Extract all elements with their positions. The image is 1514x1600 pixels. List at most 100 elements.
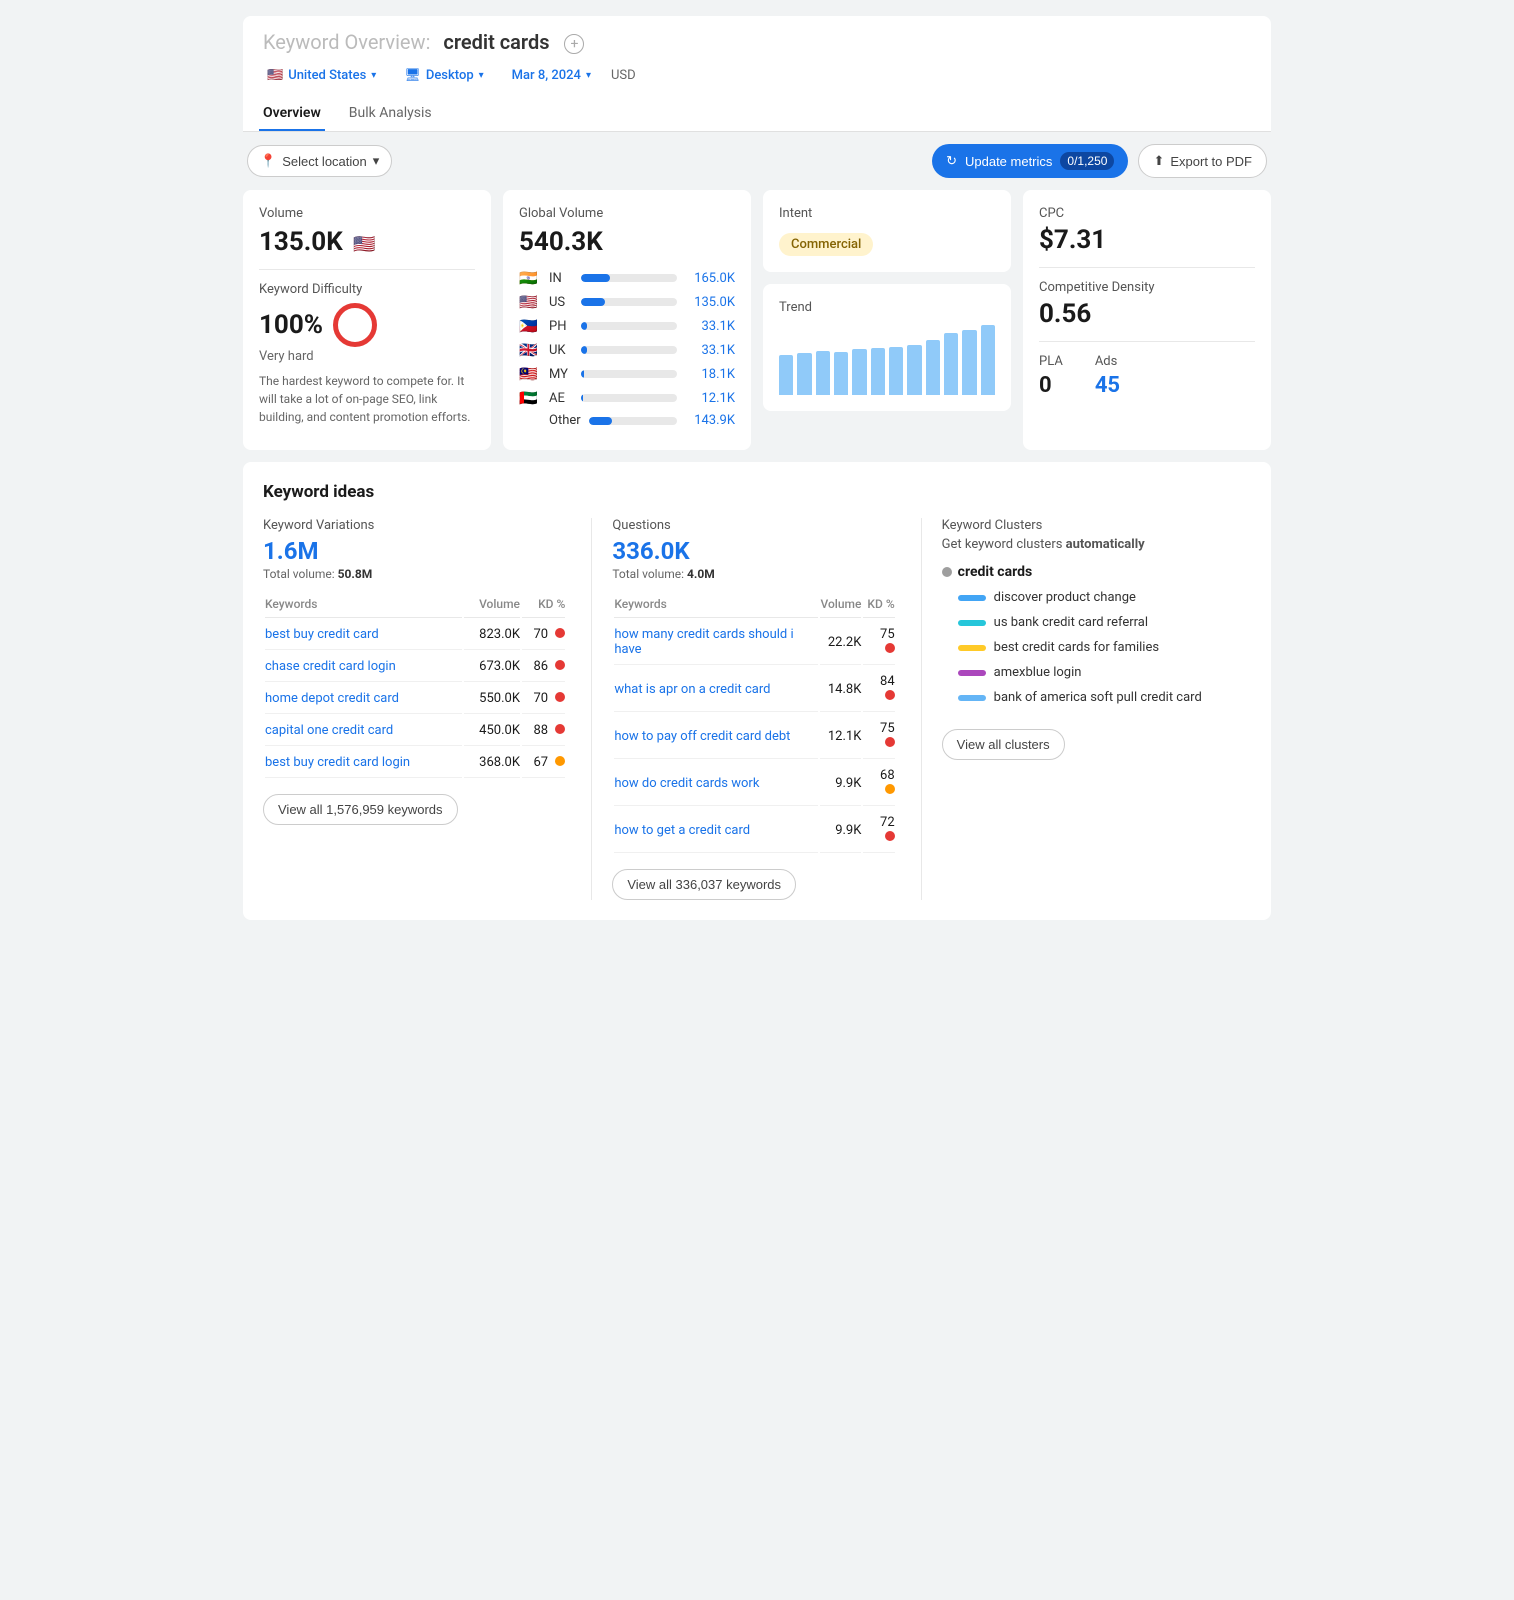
gv-country-row: 🇵🇭 PH 33.1K [519, 317, 735, 335]
update-counter: 0/1,250 [1060, 152, 1114, 170]
tab-bulk-analysis[interactable]: Bulk Analysis [345, 97, 436, 131]
volume-cell: 673.0K [464, 652, 520, 682]
trend-bar [907, 345, 921, 395]
keyword-link[interactable]: how to get a credit card [614, 823, 750, 838]
gv-label: Global Volume [519, 206, 735, 221]
q-col-header-kw: Keywords [614, 597, 818, 618]
keyword-link[interactable]: how many credit cards should i have [614, 627, 793, 657]
keyword-link[interactable]: capital one credit card [265, 723, 393, 738]
kd-cell: 84 [863, 667, 894, 712]
device-filter[interactable]: 🖥 Desktop ▾ [396, 64, 491, 87]
cluster-main-item: credit cards [942, 564, 1251, 580]
density-label: Competitive Density [1039, 280, 1255, 295]
list-item: amexblue login [942, 665, 1251, 680]
refresh-icon: ↻ [946, 153, 957, 169]
gv-rows: 🇮🇳 IN 165.0K 🇺🇸 US 135.0K 🇵🇭 PH 33.1K 🇬🇧… [519, 269, 735, 407]
kd-dot-icon [555, 692, 565, 702]
volume-cell: 550.0K [464, 684, 520, 714]
col-header-vol: Volume [464, 597, 520, 618]
kd-circle-icon [333, 303, 377, 347]
tab-overview[interactable]: Overview [259, 97, 325, 131]
kd-dot-icon [885, 784, 895, 794]
kd-cell: 67 [522, 748, 565, 778]
table-row: best buy credit card login 368.0K 67 [265, 748, 565, 778]
date-label: Mar 8, 2024 [512, 68, 581, 83]
keyword-link[interactable]: how to pay off credit card debt [614, 729, 790, 744]
clusters-type: Keyword Clusters [942, 518, 1251, 533]
volume-cell: 14.8K [820, 667, 861, 712]
trend-bar [944, 333, 958, 395]
cluster-line-icon [958, 595, 986, 601]
kd-cell: 75 [863, 714, 894, 759]
q-col-header-vol: Volume [820, 597, 861, 618]
keyword-link[interactable]: best buy credit card login [265, 755, 410, 770]
keyword-link[interactable]: how do credit cards work [614, 776, 759, 791]
country-filter[interactable]: 🇺🇸 United States ▾ [259, 64, 384, 87]
desktop-icon: 🖥 [404, 68, 421, 83]
view-all-variations-button[interactable]: View all 1,576,959 keywords [263, 794, 458, 825]
pla-label: PLA [1039, 354, 1063, 369]
cluster-item-label: amexblue login [994, 665, 1082, 680]
cluster-main-label: credit cards [958, 564, 1033, 580]
keyword-link[interactable]: best buy credit card [265, 627, 379, 642]
kd-dot-icon [555, 756, 565, 766]
pla-item: PLA 0 [1039, 354, 1063, 398]
volume-kd-card: Volume 135.0K 🇺🇸 Keyword Difficulty 100%… [243, 190, 491, 450]
kd-label: Keyword Difficulty [259, 282, 475, 297]
table-row: home depot credit card 550.0K 70 [265, 684, 565, 714]
kd-cell: 75 [863, 620, 894, 665]
intent-card: Intent Commercial [763, 190, 1011, 272]
trend-bar [889, 347, 903, 395]
trend-chart [779, 325, 995, 395]
stats-row: Volume 135.0K 🇺🇸 Keyword Difficulty 100%… [243, 190, 1271, 450]
ideas-grid: Keyword Variations 1.6M Total volume: 50… [263, 518, 1251, 900]
keyword-link[interactable]: what is apr on a credit card [614, 682, 770, 697]
list-item: us bank credit card referral [942, 615, 1251, 630]
kd-sublabel: Very hard [259, 349, 475, 364]
export-pdf-button[interactable]: ⬆ Export to PDF [1138, 144, 1267, 178]
volume-cell: 823.0K [464, 620, 520, 650]
keyword-name: credit cards [443, 30, 549, 54]
view-all-clusters-button[interactable]: View all clusters [942, 729, 1065, 760]
kd-dot-icon [885, 643, 895, 653]
questions-count[interactable]: 336.0K [612, 537, 896, 565]
chevron-down-icon: ▾ [373, 153, 380, 169]
intent-trend-col: Intent Commercial Trend [763, 190, 1011, 450]
kd-dot-icon [555, 724, 565, 734]
questions-total: Total volume: 4.0M [612, 567, 896, 581]
variations-table: Keywords Volume KD % best buy credit car… [263, 595, 567, 780]
questions-table: Keywords Volume KD % how many credit car… [612, 595, 896, 855]
view-all-questions-button[interactable]: View all 336,037 keywords [612, 869, 796, 900]
list-item: bank of america soft pull credit card [942, 690, 1251, 705]
table-row: how many credit cards should i have 22.2… [614, 620, 894, 665]
trend-bar [981, 325, 995, 395]
variations-count[interactable]: 1.6M [263, 537, 567, 565]
keyword-link[interactable]: chase credit card login [265, 659, 396, 674]
chevron-down-icon: ▾ [586, 70, 591, 81]
location-select-button[interactable]: 📍 Select location ▾ [247, 145, 392, 177]
clusters-col: Keyword Clusters Get keyword clusters au… [922, 518, 1251, 900]
keyword-link[interactable]: home depot credit card [265, 691, 399, 706]
update-label: Update metrics [965, 154, 1052, 169]
variations-total: Total volume: 50.8M [263, 567, 567, 581]
kd-cell: 70 [522, 684, 565, 714]
table-row: capital one credit card 450.0K 88 [265, 716, 565, 746]
intent-label: Intent [779, 206, 995, 221]
col-header-kw: Keywords [265, 597, 462, 618]
date-filter[interactable]: Mar 8, 2024 ▾ [504, 64, 599, 87]
currency-label: USD [611, 68, 636, 83]
country-label: United States [288, 68, 366, 83]
flag-icon: 🇺🇸 [267, 68, 283, 83]
col-header-kd: KD % [522, 597, 565, 618]
gv-other-row: Other 143.9K [519, 413, 735, 428]
toolbar: 📍 Select location ▾ ↻ Update metrics 0/1… [243, 144, 1271, 178]
cluster-item-label: best credit cards for families [994, 640, 1159, 655]
table-row: how do credit cards work 9.9K 68 [614, 761, 894, 806]
update-metrics-button[interactable]: ↻ Update metrics 0/1,250 [932, 144, 1128, 178]
gv-other-num: 143.9K [685, 413, 735, 428]
add-keyword-button[interactable]: + [564, 34, 584, 54]
volume-cell: 9.9K [820, 808, 861, 853]
trend-bar [779, 355, 793, 395]
trend-label: Trend [779, 300, 995, 315]
volume-cell: 22.2K [820, 620, 861, 665]
